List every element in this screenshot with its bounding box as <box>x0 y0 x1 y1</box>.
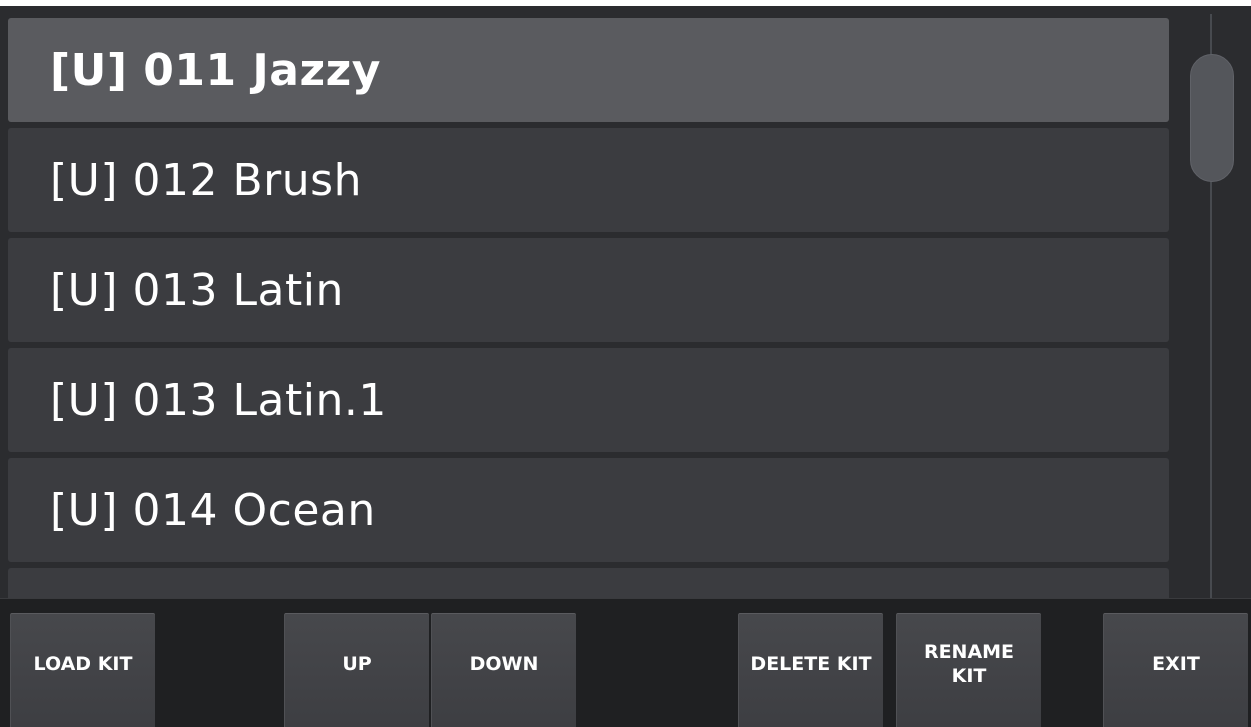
rename-kit-label-line1: RENAME <box>923 640 1015 663</box>
kit-list-item[interactable]: [U] 012 Brush <box>8 128 1169 232</box>
kit-list-area: [U] 011 Jazzy [U] 012 Brush [U] 013 Lati… <box>0 6 1251 598</box>
kit-list-item[interactable]: [U] 013 Latin.1 <box>8 348 1169 452</box>
kit-list-item-partial[interactable] <box>8 568 1169 598</box>
up-label: UP <box>342 652 372 675</box>
rename-kit-button[interactable]: RENAME KIT <box>896 613 1041 727</box>
rename-kit-label: RENAME KIT <box>924 640 1014 688</box>
down-button[interactable]: DOWN <box>431 613 576 727</box>
up-button[interactable]: UP <box>284 613 429 727</box>
delete-kit-button[interactable]: DELETE KIT <box>738 613 883 727</box>
kit-list-item[interactable]: [U] 014 Ocean <box>8 458 1169 562</box>
kit-list-item-selected[interactable]: [U] 011 Jazzy <box>8 18 1169 122</box>
scrollbar-thumb[interactable] <box>1190 54 1234 182</box>
load-kit-button[interactable]: LOAD KIT <box>10 613 155 727</box>
kit-list-item[interactable]: [U] 013 Latin <box>8 238 1169 342</box>
bottom-toolbar: LOAD KIT UP DOWN DELETE KIT RENAME KIT E… <box>0 598 1251 727</box>
delete-kit-label: DELETE KIT <box>750 652 872 675</box>
kit-list: [U] 011 Jazzy [U] 012 Brush [U] 013 Lati… <box>8 18 1169 598</box>
rename-kit-label-line2: KIT <box>951 664 987 687</box>
exit-button[interactable]: EXIT <box>1103 613 1248 727</box>
down-label: DOWN <box>469 652 539 675</box>
kit-select-screen: [U] 011 Jazzy [U] 012 Brush [U] 013 Lati… <box>0 6 1251 727</box>
exit-label: EXIT <box>1152 652 1200 675</box>
load-kit-label: LOAD KIT <box>33 652 133 675</box>
